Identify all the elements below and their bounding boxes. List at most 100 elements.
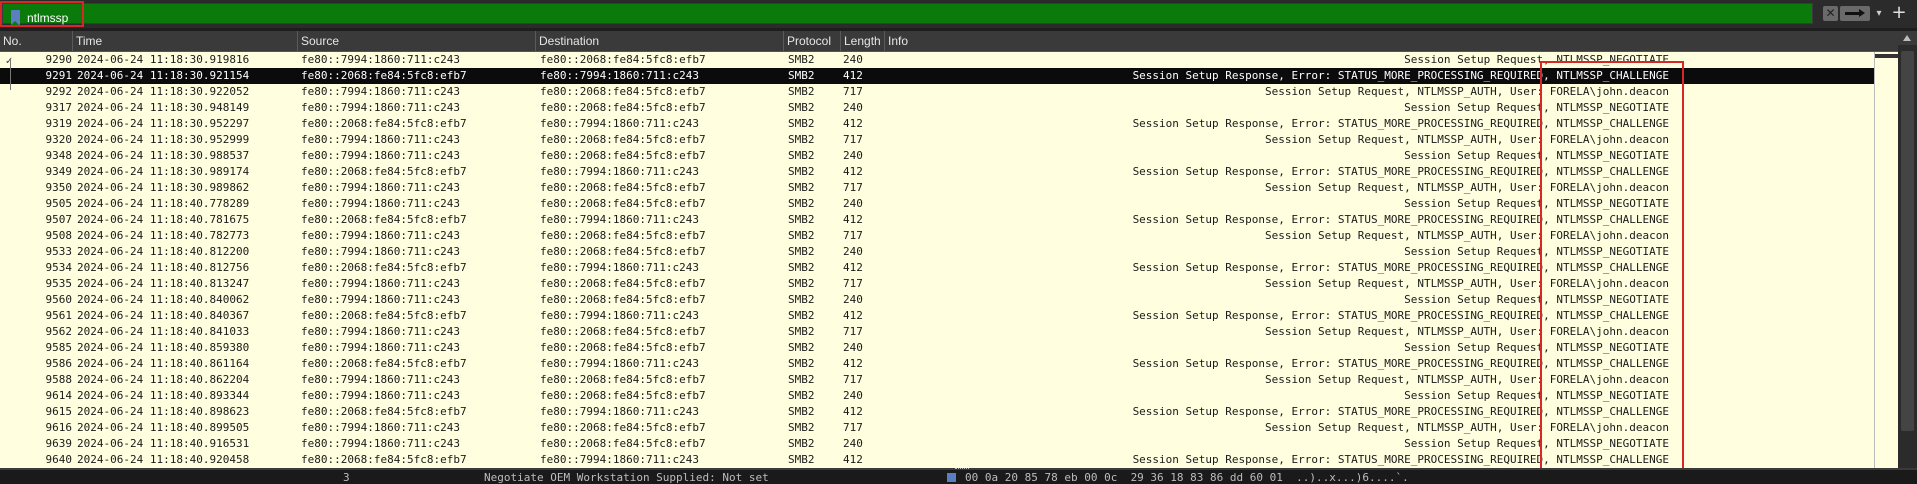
column-header-source[interactable]: Source: [298, 31, 536, 51]
packet-row[interactable]: 9616 2024-06-24 11:18:40.899505 fe80::7994…: [0, 420, 1898, 436]
display-filter-toolbar: ntlmssp ✕ ▾ +: [0, 0, 1917, 28]
packet-source-cell: fe80::2068:fe84:5fc8:efb7: [301, 117, 467, 130]
packet-row[interactable]: 9317 2024-06-24 11:18:30.948149 fe80::7994…: [0, 100, 1898, 116]
packet-row[interactable]: 9320 2024-06-24 11:18:30.952999 fe80::7994…: [0, 132, 1898, 148]
column-header-time[interactable]: Time: [73, 31, 298, 51]
packet-row[interactable]: 9507 2024-06-24 11:18:40.781675 fe80::2068…: [0, 212, 1898, 228]
packet-destination-cell: fe80::2068:fe84:5fc8:efb7: [540, 277, 706, 290]
packet-row[interactable]: 9561 2024-06-24 11:18:40.840367 fe80::2068…: [0, 308, 1898, 324]
packet-destination-cell: fe80::2068:fe84:5fc8:efb7: [540, 373, 706, 386]
packet-length-cell: 412: [843, 117, 863, 130]
apply-filter-icon[interactable]: [1840, 6, 1870, 21]
packet-length-cell: 240: [843, 389, 863, 402]
packet-row[interactable]: 9562 2024-06-24 11:18:40.841033 fe80::7994…: [0, 324, 1898, 340]
packet-no-cell: 9560: [45, 293, 73, 306]
packet-row[interactable]: 9535 2024-06-24 11:18:40.813247 fe80::7994…: [0, 276, 1898, 292]
packet-row[interactable]: 9534 2024-06-24 11:18:40.812756 fe80::2068…: [0, 260, 1898, 276]
packet-list-scrollbar[interactable]: [1898, 31, 1917, 468]
scrollbar-thumb[interactable]: [1901, 51, 1914, 431]
packet-row[interactable]: 9290 2024-06-24 11:18:30.919816 fe80::7994…: [0, 52, 1898, 68]
packet-row[interactable]: 9614 2024-06-24 11:18:40.893344 fe80::7994…: [0, 388, 1898, 404]
packet-destination-cell: fe80::2068:fe84:5fc8:efb7: [540, 325, 706, 338]
column-header-no[interactable]: No.: [0, 31, 73, 51]
packet-time-cell: 2024-06-24 11:18:40.840367: [77, 309, 250, 322]
packet-length-cell: 717: [843, 325, 863, 338]
packet-destination-cell: fe80::7994:1860:711:c243: [540, 213, 699, 226]
packet-length-cell: 412: [843, 405, 863, 418]
packet-info-cell: Session Setup Response, Error: STATUS_MO…: [1132, 357, 1669, 370]
packet-info-cell: Session Setup Request, NTLMSSP_NEGOTIATE: [1404, 101, 1669, 114]
packet-protocol-cell: SMB2: [788, 309, 815, 322]
packet-protocol-cell: SMB2: [788, 437, 815, 450]
display-filter-input[interactable]: ntlmssp: [2, 3, 1813, 25]
add-filter-button-plus-icon[interactable]: +: [1890, 4, 1908, 22]
packet-length-cell: 717: [843, 229, 863, 242]
details-left-value: 3: [343, 471, 350, 484]
packet-list: ✓ 92902024-06-24 11:18:30.919816fe80::79…: [0, 52, 1898, 468]
packet-time-cell: 2024-06-24 11:18:40.778289: [77, 197, 250, 210]
packet-row[interactable]: 9348 2024-06-24 11:18:30.988537 fe80::7994…: [0, 148, 1898, 164]
packet-time-cell: 2024-06-24 11:18:30.989174: [77, 165, 250, 178]
packet-destination-cell: fe80::2068:fe84:5fc8:efb7: [540, 181, 706, 194]
scroll-up-icon[interactable]: [1898, 31, 1917, 45]
packet-row[interactable]: 9350 2024-06-24 11:18:30.989862 fe80::7994…: [0, 180, 1898, 196]
packet-row[interactable]: 9615 2024-06-24 11:18:40.898623 fe80::2068…: [0, 404, 1898, 420]
column-header-length[interactable]: Length: [841, 31, 885, 51]
packet-no-cell: 9562: [45, 325, 73, 338]
packet-time-cell: 2024-06-24 11:18:40.916531: [77, 437, 250, 450]
packet-time-cell: 2024-06-24 11:18:30.948149: [77, 101, 250, 114]
packet-info-cell: Session Setup Request, NTLMSSP_NEGOTIATE: [1404, 53, 1669, 66]
filter-text[interactable]: ntlmssp: [27, 11, 68, 25]
packet-protocol-cell: SMB2: [788, 277, 815, 290]
packet-protocol-cell: SMB2: [788, 245, 815, 258]
packet-row[interactable]: 9508 2024-06-24 11:18:40.782773 fe80::7994…: [0, 228, 1898, 244]
packet-no-cell: 9585: [45, 341, 73, 354]
packet-row[interactable]: 9319 2024-06-24 11:18:30.952297 fe80::2068…: [0, 116, 1898, 132]
packet-source-cell: fe80::2068:fe84:5fc8:efb7: [301, 69, 467, 82]
packet-info-cell: Session Setup Request, NTLMSSP_NEGOTIATE: [1404, 437, 1669, 450]
column-header-protocol[interactable]: Protocol: [784, 31, 841, 51]
packet-length-cell: 412: [843, 309, 863, 322]
packet-row[interactable]: 9585 2024-06-24 11:18:40.859380 fe80::7994…: [0, 340, 1898, 356]
bookmark-icon[interactable]: [11, 10, 20, 25]
packet-row[interactable]: 9505 2024-06-24 11:18:40.778289 fe80::7994…: [0, 196, 1898, 212]
pane-splitter-handle[interactable]: [955, 468, 969, 472]
packet-row[interactable]: 9349 2024-06-24 11:18:30.989174 fe80::2068…: [0, 164, 1898, 180]
packet-row[interactable]: 9588 2024-06-24 11:18:40.862204 fe80::7994…: [0, 372, 1898, 388]
packet-protocol-cell: SMB2: [788, 213, 815, 226]
packet-row[interactable]: 9560 2024-06-24 11:18:40.840062 fe80::7994…: [0, 292, 1898, 308]
packet-source-cell: fe80::2068:fe84:5fc8:efb7: [301, 261, 467, 274]
packet-length-cell: 717: [843, 373, 863, 386]
packet-length-cell: 717: [843, 421, 863, 434]
packet-minimap[interactable]: [1874, 52, 1899, 468]
column-header-info[interactable]: Info: [885, 31, 1898, 51]
packet-time-cell: 2024-06-24 11:18:30.921154: [77, 69, 250, 82]
packet-row[interactable]: 9586 2024-06-24 11:18:40.861164 fe80::2068…: [0, 356, 1898, 372]
clear-filter-icon[interactable]: ✕: [1823, 6, 1838, 21]
column-header-destination[interactable]: Destination: [536, 31, 784, 51]
packet-protocol-cell: SMB2: [788, 389, 815, 402]
packet-length-cell: 240: [843, 341, 863, 354]
packet-no-cell: 9614: [45, 389, 73, 402]
packet-time-cell: 2024-06-24 11:18:40.782773: [77, 229, 250, 242]
packet-row[interactable]: 9640 2024-06-24 11:18:40.920458 fe80::2068…: [0, 452, 1898, 468]
packet-row[interactable]: 9292 2024-06-24 11:18:30.922052 fe80::7994…: [0, 84, 1898, 100]
packet-time-cell: 2024-06-24 11:18:40.812200: [77, 245, 250, 258]
packet-source-cell: fe80::7994:1860:711:c243: [301, 181, 460, 194]
packet-destination-cell: fe80::2068:fe84:5fc8:efb7: [540, 293, 706, 306]
packet-info-cell: Session Setup Request, NTLMSSP_NEGOTIATE: [1404, 245, 1669, 258]
packet-row[interactable]: 9639 2024-06-24 11:18:40.916531 fe80::7994…: [0, 436, 1898, 452]
packet-row[interactable]: 9533 2024-06-24 11:18:40.812200 fe80::7994…: [0, 244, 1898, 260]
packet-protocol-cell: SMB2: [788, 293, 815, 306]
packet-info-cell: Session Setup Request, NTLMSSP_AUTH, Use…: [1265, 85, 1669, 98]
packet-no-cell: 9319: [45, 117, 73, 130]
packet-info-cell: Session Setup Request, NTLMSSP_NEGOTIATE: [1404, 293, 1669, 306]
packet-protocol-cell: SMB2: [788, 373, 815, 386]
packet-time-cell: 2024-06-24 11:18:40.840062: [77, 293, 250, 306]
packet-no-cell: 9505: [45, 197, 73, 210]
filter-history-chevron-down-icon[interactable]: ▾: [1873, 6, 1885, 21]
packet-source-cell: fe80::7994:1860:711:c243: [301, 293, 460, 306]
packet-row[interactable]: 9291 2024-06-24 11:18:30.921154 fe80::2068…: [0, 68, 1898, 84]
packet-length-cell: 717: [843, 85, 863, 98]
packet-protocol-cell: SMB2: [788, 197, 815, 210]
